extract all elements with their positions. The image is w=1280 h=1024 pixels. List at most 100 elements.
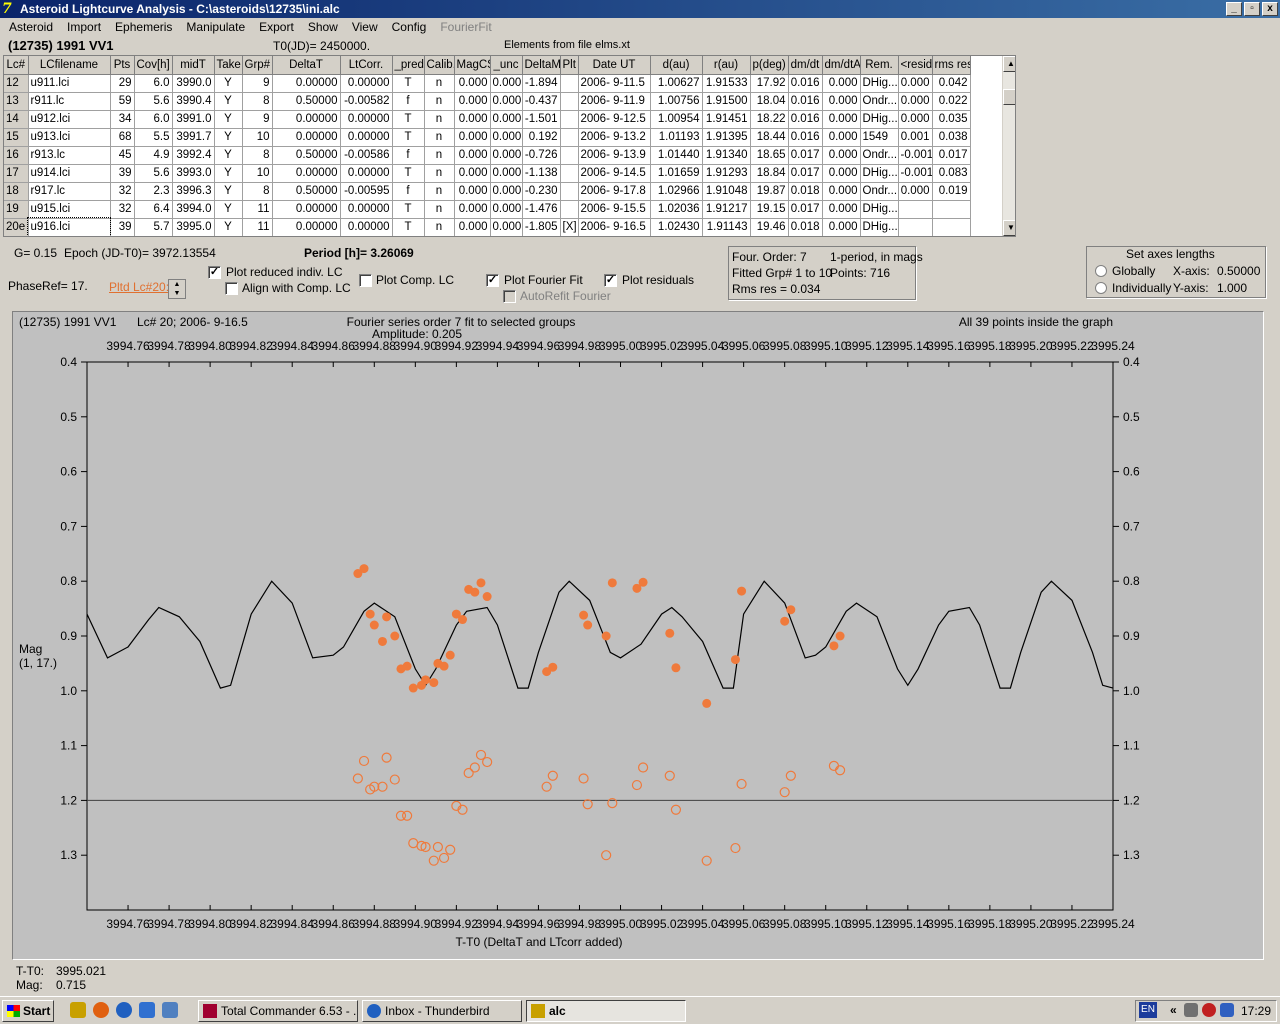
table-cell[interactable]: 0.000 <box>898 74 933 93</box>
table-cell[interactable]: 0.00000 <box>340 164 393 183</box>
table-cell[interactable]: 0.00000 <box>272 218 341 236</box>
start-button[interactable]: Start <box>2 1000 54 1022</box>
table-cell[interactable]: Y <box>214 146 243 165</box>
table-cell[interactable] <box>560 128 579 147</box>
plot-reduced-checkbox[interactable]: ✓ <box>208 266 221 279</box>
table-cell[interactable]: 1.91451 <box>702 110 751 129</box>
table-cell[interactable]: 10 <box>242 164 273 183</box>
table-cell[interactable]: n <box>424 92 455 111</box>
table-cell[interactable]: 1.91143 <box>702 218 751 236</box>
table-row[interactable]: 19 u915.lci 32 6.4 3994.0 Y 11 0.00000 0.00000 Tn… <box>4 200 971 219</box>
table-cell[interactable]: n <box>424 74 455 93</box>
task-total-commander[interactable]: Total Commander 6.53 - ... <box>198 1000 358 1022</box>
table-cell[interactable]: 0.00000 <box>272 128 341 147</box>
table-cell[interactable]: 0.000 <box>822 128 861 147</box>
table-cell[interactable]: Y <box>214 182 243 201</box>
volume-icon[interactable] <box>1220 1003 1234 1017</box>
column-header[interactable]: rms res <box>932 56 971 75</box>
table-cell[interactable]: 0.000 <box>454 128 491 147</box>
table-cell[interactable]: 1549 <box>860 128 899 147</box>
table-cell[interactable]: 0.000 <box>490 182 523 201</box>
column-header[interactable]: Date UT <box>578 56 651 75</box>
table-cell[interactable]: 0.000 <box>490 146 523 165</box>
autorefit-checkbox[interactable] <box>503 290 516 303</box>
table-cell[interactable] <box>560 200 579 219</box>
row-header[interactable]: 17 <box>4 164 29 183</box>
table-cell[interactable]: 4.9 <box>134 146 173 165</box>
table-cell[interactable]: -0.001 <box>898 164 933 183</box>
table-cell[interactable]: u913.lci <box>28 128 111 147</box>
table-cell[interactable]: 3994.0 <box>172 200 215 219</box>
table-cell[interactable]: u915.lci <box>28 200 111 219</box>
table-cell[interactable]: n <box>424 128 455 147</box>
table-cell[interactable] <box>560 110 579 129</box>
x-axis-value[interactable]: 0.50000 <box>1217 264 1260 278</box>
column-header[interactable]: MagCS <box>454 56 491 75</box>
security-icon[interactable] <box>1202 1003 1216 1017</box>
plot-comp-checkbox[interactable] <box>359 274 372 287</box>
lightcurve-chart[interactable]: 3994.763994.763994.783994.783994.803994.… <box>13 312 1263 959</box>
ie-icon[interactable] <box>139 1002 155 1018</box>
table-cell[interactable]: 0.042 <box>932 74 971 93</box>
table-cell[interactable]: 0.000 <box>822 218 861 236</box>
table-cell[interactable]: T <box>392 110 425 129</box>
table-cell[interactable]: 1.01659 <box>650 164 703 183</box>
table-cell[interactable]: 39 <box>110 218 135 236</box>
table-row[interactable]: 18 r917.lc 32 2.3 3996.3 Y 8 0.50000 -0.00595 f n 0… <box>4 182 971 201</box>
row-header[interactable]: 20e <box>4 218 29 236</box>
y-axis-value[interactable]: 1.000 <box>1217 281 1247 295</box>
lightcurve-plot[interactable]: 3994.76 3994.76 3994.78 3994.78 3994.80 3994.… <box>12 311 1264 960</box>
quicklaunch-tool-icon[interactable] <box>162 1002 178 1018</box>
table-cell[interactable]: 1.00954 <box>650 110 703 129</box>
row-header[interactable]: 13 <box>4 92 29 111</box>
table-cell[interactable]: 0.000 <box>490 200 523 219</box>
table-row[interactable]: 16 r913.lc 45 4.9 3992.4 Y 8 0.50000 -0.00586 f n 0… <box>4 146 971 165</box>
table-cell[interactable]: 0.018 <box>788 182 823 201</box>
table-cell[interactable]: 6.4 <box>134 200 173 219</box>
table-cell[interactable]: Ondr... <box>860 182 899 201</box>
table-cell[interactable]: 0.017 <box>788 146 823 165</box>
table-cell[interactable]: -0.00582 <box>340 92 393 111</box>
table-cell[interactable]: Y <box>214 164 243 183</box>
table-cell[interactable]: -1.501 <box>522 110 561 129</box>
menu-import[interactable]: Import <box>60 18 108 37</box>
table-cell[interactable]: 2006- 9-11.5 <box>578 74 651 93</box>
table-cell[interactable]: n <box>424 200 455 219</box>
table-cell[interactable]: u911.lci <box>28 74 111 93</box>
menu-ephemeris[interactable]: Ephemeris <box>108 18 179 37</box>
table-cell[interactable]: u912.lci <box>28 110 111 129</box>
table-cell[interactable]: 0.00000 <box>272 200 341 219</box>
menu-fourierfit[interactable]: FourierFit <box>433 18 498 37</box>
column-header[interactable]: Rem. <box>860 56 899 75</box>
column-header[interactable]: Calib. <box>424 56 455 75</box>
table-cell[interactable]: 0.000 <box>490 218 523 236</box>
table-cell[interactable]: Ondr... <box>860 146 899 165</box>
table-cell[interactable]: 1.00756 <box>650 92 703 111</box>
table-cell[interactable]: -0.726 <box>522 146 561 165</box>
table-cell[interactable]: n <box>424 218 455 236</box>
table-cell[interactable]: 0.50000 <box>272 182 341 201</box>
table-cell[interactable]: 0.000 <box>490 128 523 147</box>
table-row[interactable]: 14 u912.lci 34 6.0 3991.0 Y 9 0.00000 0.00000 Tn 0… <box>4 110 971 129</box>
table-cell[interactable]: 2006- 9-15.5 <box>578 200 651 219</box>
table-cell[interactable]: 0.016 <box>788 128 823 147</box>
table-cell[interactable]: 0.017 <box>788 164 823 183</box>
table-cell[interactable]: 3995.0 <box>172 218 215 236</box>
table-cell[interactable]: 0.000 <box>490 164 523 183</box>
task-thunderbird[interactable]: Inbox - Thunderbird <box>362 1000 522 1022</box>
minimize-button[interactable]: _ <box>1226 2 1242 16</box>
scroll-down-icon[interactable]: ▼ <box>1003 220 1015 236</box>
table-cell[interactable]: n <box>424 164 455 183</box>
table-row[interactable]: 13 r911.lc 59 5.6 3990.4 Y 8 0.50000 -0.00582 f n 0… <box>4 92 971 111</box>
table-cell[interactable]: 1.91395 <box>702 128 751 147</box>
table-cell[interactable]: u914.lci <box>28 164 111 183</box>
network-icon[interactable] <box>1184 1003 1198 1017</box>
table-cell[interactable]: 0.00000 <box>272 110 341 129</box>
table-cell[interactable]: 0.000 <box>898 110 933 129</box>
table-cell[interactable]: T <box>392 164 425 183</box>
table-cell[interactable]: 0.50000 <box>272 92 341 111</box>
table-cell[interactable]: 19.87 <box>750 182 789 201</box>
table-cell[interactable]: T <box>392 74 425 93</box>
table-cell[interactable]: f <box>392 182 425 201</box>
table-cell[interactable]: -0.00586 <box>340 146 393 165</box>
